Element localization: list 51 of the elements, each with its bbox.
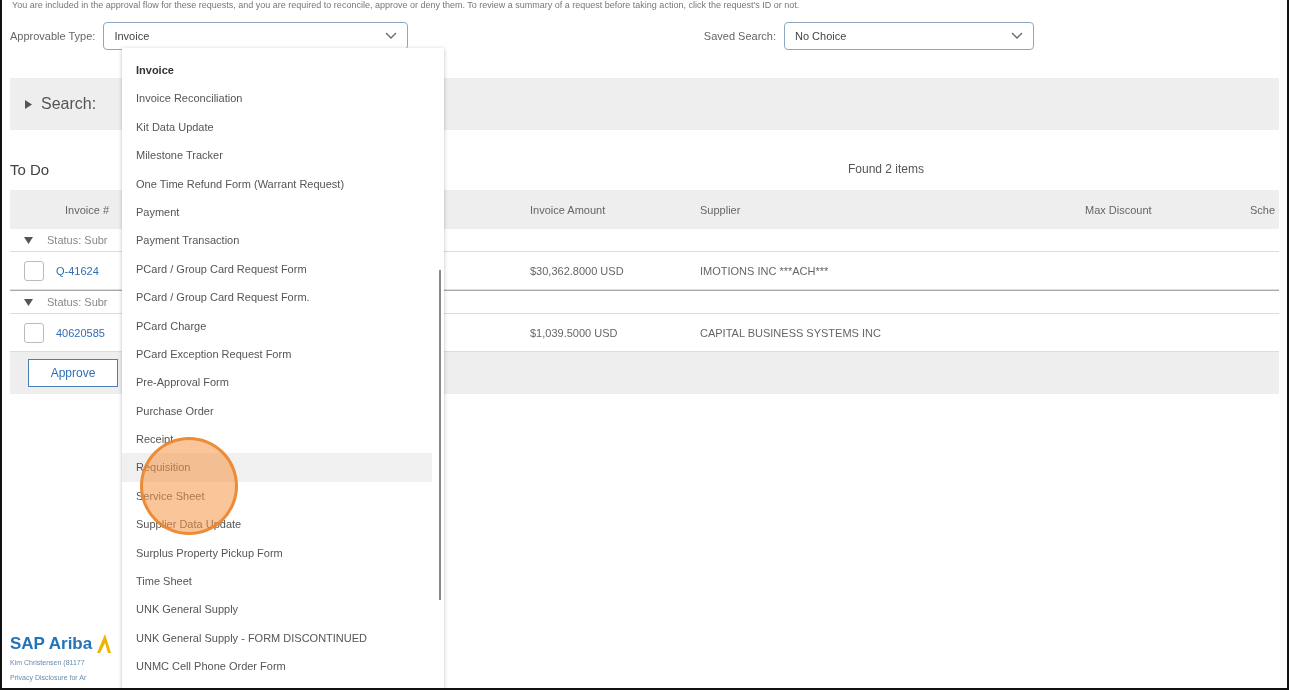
select-field[interactable]: No Choice: [784, 22, 1034, 50]
dropdown-option[interactable]: Time Sheet: [122, 567, 432, 596]
filter-label: Saved Search:: [703, 30, 776, 42]
dropdown-option[interactable]: Receipt: [122, 425, 432, 454]
scrollbar-thumb[interactable]: [439, 270, 441, 600]
triangle-icon[interactable]: [24, 235, 33, 245]
table-cell-text: $30,362.8000 USD: [530, 264, 625, 277]
dropdown-option[interactable]: Payment Transaction: [122, 226, 432, 255]
section-title: To Do: [10, 160, 50, 178]
chevron-logo-icon: [96, 632, 113, 654]
chevron-icon: [385, 32, 398, 40]
group-label: Status: Subr: [47, 296, 108, 308]
column-header: Invoice #: [64, 203, 111, 216]
checkbox[interactable]: [24, 260, 44, 281]
dropdown-option[interactable]: One Time Refund Form (Warrant Request): [122, 169, 432, 198]
dropdown-option[interactable]: PCard Exception Request Form: [122, 339, 432, 369]
logo-text: SAP Ariba: [10, 634, 93, 654]
checkbox[interactable]: [24, 322, 44, 343]
dropdown-option[interactable]: Pre-Approval Form: [122, 368, 432, 397]
dropdown-option[interactable]: UNK General Supply: [122, 595, 432, 624]
dropdown-option[interactable]: Kit Data Update: [122, 112, 432, 142]
triangle-icon[interactable]: [24, 297, 33, 307]
column-header: Invoice Amount: [530, 203, 607, 216]
dropdown-option[interactable]: Milestone Tracker: [122, 141, 432, 170]
dropdown-option[interactable]: Surplus Property Pickup Form: [122, 538, 432, 568]
triangle-icon: [24, 99, 33, 109]
search-toggle[interactable]: Search:: [24, 95, 97, 113]
table-cell-text: $1,039.5000 USD: [530, 326, 619, 339]
table-cell-text: IMOTIONS INC ***ACH***: [700, 264, 830, 277]
column-header: Sche: [1250, 203, 1277, 216]
dropdown-option[interactable]: UNMC Cell Phone Order Form: [122, 652, 432, 681]
dropdown-option[interactable]: PCard / Group Card Request Form: [122, 254, 432, 284]
dropdown-option[interactable]: Purchase Order: [122, 396, 432, 426]
group-label: Status: Subr: [47, 234, 108, 246]
table-cell-text: CAPITAL BUSINESS SYSTEMS INC: [700, 326, 882, 339]
dropdown-option[interactable]: Invoice Reconciliation: [122, 84, 432, 113]
select-field[interactable]: Invoice: [103, 22, 409, 50]
chevron-icon: [1011, 32, 1023, 40]
approve-button[interactable]: Approve: [28, 359, 118, 387]
dropdown-option[interactable]: UNK General Supply - FORM DISCONTINUED: [122, 623, 432, 653]
column-header: Max Discount: [1085, 203, 1153, 216]
intro-text: You are included in the approval flow for these requests, and you are required to reconcile, approve or deny them. To review a summary of a request before taking action, click the request's ID or not.: [11, 0, 801, 10]
dropdown-option[interactable]: Payment: [122, 197, 432, 227]
dropdown-option[interactable]: PCard Charge: [122, 311, 432, 340]
dropdown-option[interactable]: PCard / Group Card Request Form.: [122, 283, 432, 312]
column-header: Supplier: [700, 203, 742, 216]
invoice-link[interactable]: 40620585: [56, 326, 105, 339]
invoice-link[interactable]: Q-41624: [56, 264, 99, 277]
result-count: Found 2 items: [848, 162, 925, 176]
filter-label: Approvable Type:: [10, 30, 96, 42]
dropdown-option[interactable]: Invoice: [122, 56, 432, 85]
